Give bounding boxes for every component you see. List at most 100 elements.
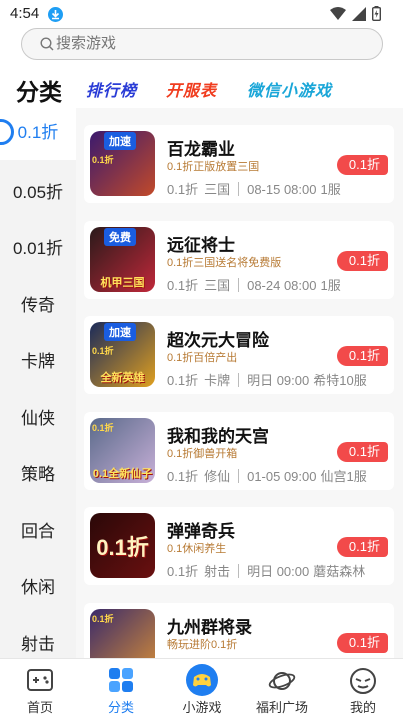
meta-discount: 0.1折 bbox=[167, 373, 199, 388]
game-meta: 0.1折 卡牌 明日 09:00 希特10服 bbox=[167, 370, 367, 389]
nav-label: 小游戏 bbox=[182, 700, 222, 715]
sidebar-item-label: 仙侠 bbox=[21, 408, 55, 428]
game-icon[interactable]: 0.1折 bbox=[90, 513, 155, 578]
sidebar-item-label: 0.05折 bbox=[12, 182, 64, 202]
sidebar-item[interactable]: 0.1折 bbox=[0, 108, 76, 160]
meta-discount: 0.1折 bbox=[167, 278, 199, 293]
game-meta: 0.1折 三国 08-24 08:00 1服 bbox=[167, 275, 341, 294]
nav-item[interactable]: 首页 bbox=[0, 659, 80, 716]
sidebar-item[interactable]: 回合 bbox=[0, 504, 76, 561]
search-icon bbox=[40, 37, 54, 56]
game-description: 0.1折百倍产出 bbox=[167, 352, 238, 364]
sidebar-item-label: 休闲 bbox=[21, 578, 55, 597]
category-sidebar: 0.1折 0.05折 0.01折传奇卡牌仙侠策略回合休闲射击 bbox=[0, 108, 76, 658]
signal-icon bbox=[352, 6, 366, 26]
sidebar-item[interactable]: 策略 bbox=[0, 447, 76, 504]
game-card[interactable]: 0.1折 弹弹奇兵 0.1休闲养生 0.1折 射击 明日 00:00 蘑菇森林 0.1折 bbox=[84, 507, 394, 585]
bottom-nav: 首页 分类 小游戏 福利广场 我的 bbox=[0, 658, 403, 716]
icon-caption: 全新英雄 bbox=[100, 372, 145, 384]
game-description: 0.1折御兽开箱 bbox=[167, 448, 238, 460]
sidebar-item-label: 射击 bbox=[21, 634, 55, 654]
planet-icon bbox=[268, 667, 296, 700]
nav-label: 我的 bbox=[349, 700, 376, 715]
profile-face-icon bbox=[349, 667, 377, 700]
meta-divider bbox=[238, 278, 240, 292]
meta-category: 三国 bbox=[204, 182, 231, 197]
game-icon[interactable]: 加速 0.1折 bbox=[90, 131, 155, 196]
sidebar-item[interactable]: 仙侠 bbox=[0, 391, 76, 448]
tab-server-schedule[interactable]: 开服表 bbox=[166, 77, 217, 101]
active-indicator bbox=[0, 119, 14, 145]
icon-top-tag: 免费 bbox=[104, 228, 136, 246]
discount-badge: 0.1折 bbox=[336, 251, 388, 271]
meta-category: 卡牌 bbox=[204, 373, 231, 388]
meta-open-time: 08-15 08:00 bbox=[247, 182, 317, 197]
nav-label: 首页 bbox=[26, 700, 53, 715]
discount-badge: 0.1折 bbox=[336, 633, 388, 653]
sidebar-item[interactable]: 休闲 bbox=[0, 560, 76, 617]
icon-corner-tag: 0.1折 bbox=[92, 155, 114, 165]
meta-divider bbox=[238, 373, 240, 387]
icon-top-tag: 加速 bbox=[104, 132, 136, 150]
wifi-icon bbox=[330, 6, 346, 26]
nav-item[interactable]: 福利广场 bbox=[242, 659, 322, 716]
sidebar-item-label: 0.1折 bbox=[17, 123, 59, 142]
icon-corner-tag: 0.1折 bbox=[92, 423, 114, 433]
meta-open-time: 08-24 08:00 bbox=[247, 278, 317, 293]
nav-label: 福利广场 bbox=[255, 700, 308, 715]
game-description: 0.1折正版放置三国 bbox=[167, 161, 260, 173]
meta-open-time: 01-05 09:00 bbox=[247, 469, 317, 484]
top-tabs: 分类 排行榜 开服表 微信小游戏 bbox=[0, 70, 403, 106]
meta-divider bbox=[238, 182, 240, 196]
game-card[interactable]: 免费 机甲三国 远征将士 0.1折三国送名将免费版 0.1折 三国 08-24 08:00 1… bbox=[84, 221, 394, 299]
game-icon[interactable]: 免费 机甲三国 bbox=[90, 227, 155, 292]
tab-ranking[interactable]: 排行榜 bbox=[86, 77, 137, 101]
icon-corner-tag: 0.1折 bbox=[92, 614, 114, 624]
icon-caption: 0.1折 bbox=[96, 535, 149, 560]
discount-badge: 0.1折 bbox=[336, 346, 388, 366]
meta-category: 修仙 bbox=[204, 469, 231, 484]
sidebar-item-label: 传奇 bbox=[21, 295, 55, 315]
sidebar-item-label: 卡牌 bbox=[21, 352, 55, 371]
game-card[interactable]: 0.1折 0.1全新仙子 我和我的天宫 0.1折御兽开箱 0.1折 修仙 01-05 09:… bbox=[84, 412, 394, 490]
discount-badge: 0.1折 bbox=[336, 442, 388, 462]
meta-server: 1服 bbox=[320, 278, 341, 293]
meta-divider bbox=[238, 564, 240, 578]
meta-open-time: 明日 09:00 bbox=[247, 373, 310, 388]
icon-caption: 机甲三国 bbox=[100, 277, 145, 289]
game-icon[interactable]: 0.1折 bbox=[90, 609, 155, 658]
nav-item[interactable]: 小游戏 bbox=[162, 659, 242, 716]
game-icon[interactable]: 加速 0.1折 全新英雄 bbox=[90, 322, 155, 387]
icon-corner-tag: 0.1折 bbox=[92, 346, 114, 356]
game-card[interactable]: 加速 0.1折 百龙霸业 0.1折正版放置三国 0.1折 三国 08-15 08:00 1服 0… bbox=[84, 125, 394, 203]
meta-category: 三国 bbox=[204, 278, 231, 293]
sidebar-item-label: 回合 bbox=[21, 521, 55, 541]
search-input[interactable] bbox=[56, 35, 356, 52]
game-title: 远征将士 bbox=[167, 236, 235, 255]
game-description: 0.1折三国送名将免费版 bbox=[167, 257, 282, 269]
game-card[interactable]: 加速 0.1折 全新英雄 超次元大冒险 0.1折百倍产出 0.1折 卡牌 明日 09:00 希特… bbox=[84, 316, 394, 394]
game-card[interactable]: 0.1折 九州群将录 畅玩进阶0.1折 0.1折 bbox=[84, 603, 394, 658]
status-bar: 4:54 bbox=[0, 0, 403, 28]
tab-wechat-mini-games[interactable]: 微信小游戏 bbox=[247, 77, 332, 101]
sidebar-item-label: 策略 bbox=[21, 465, 55, 484]
meta-server: 希特10服 bbox=[313, 373, 367, 388]
nav-item[interactable]: 我的 bbox=[323, 659, 403, 716]
sidebar-item[interactable]: 传奇 bbox=[0, 278, 76, 335]
game-icon[interactable]: 0.1折 0.1全新仙子 bbox=[90, 418, 155, 483]
game-meta: 0.1折 三国 08-15 08:00 1服 bbox=[167, 179, 341, 198]
battery-icon bbox=[371, 6, 381, 26]
sidebar-item[interactable]: 0.01折 bbox=[0, 221, 76, 278]
sidebar-item-label: 0.01折 bbox=[12, 239, 64, 258]
download-icon bbox=[48, 7, 63, 22]
game-list: 加速 0.1折 百龙霸业 0.1折正版放置三国 0.1折 三国 08-15 08:00 1服 0… bbox=[76, 108, 403, 658]
tab-category[interactable]: 分类 bbox=[16, 73, 62, 107]
game-meta: 0.1折 修仙 01-05 09:00 仙宫1服 bbox=[167, 466, 367, 485]
sidebar-item[interactable]: 0.05折 bbox=[0, 165, 76, 222]
search-bar[interactable] bbox=[21, 28, 383, 60]
meta-divider bbox=[238, 469, 240, 483]
meta-discount: 0.1折 bbox=[167, 564, 199, 579]
sidebar-item[interactable]: 卡牌 bbox=[0, 334, 76, 391]
game-title: 超次元大冒险 bbox=[167, 331, 269, 350]
nav-item[interactable]: 分类 bbox=[81, 659, 161, 716]
